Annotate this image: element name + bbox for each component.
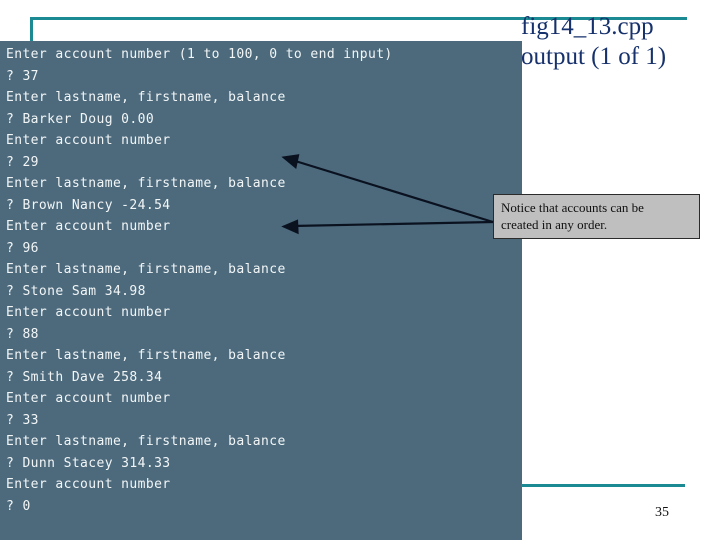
terminal-line: ? Dunn Stacey 314.33 [6,455,171,471]
terminal-line: Enter lastname, firstname, balance [6,90,286,105]
slide-title: fig14_13.cpp output (1 of 1) [521,12,720,72]
terminal-line: Enter account number [6,219,171,234]
terminal-line: ? 0 [6,498,31,514]
slide-canvas: fig14_13.cpp output (1 of 1) Enter accou… [0,0,720,540]
terminal-line: Enter lastname, firstname, balance [6,262,286,277]
terminal-line: ? 29 [6,154,39,170]
callout-note: Notice that accounts can be created in a… [493,194,700,239]
terminal-line: Enter account number [6,305,171,320]
page-number: 35 [655,505,669,520]
callout-note-line-1: Notice that accounts can be [501,200,644,215]
terminal-line: Enter lastname, firstname, balance [6,434,286,449]
terminal-line: ? 33 [6,412,39,428]
callout-note-line-2: created in any order. [501,217,608,232]
terminal-line: Enter account number [6,391,171,406]
top-accent-rule-riser [30,17,33,42]
slide-title-line-1: fig14_13.cpp [521,13,654,40]
terminal-line: ? Brown Nancy -24.54 [6,197,171,213]
terminal-line: Enter account number [6,133,171,148]
slide-title-line-2: output (1 of 1) [521,43,667,70]
terminal-line: ? 88 [6,326,39,342]
bottom-accent-rule [521,484,685,487]
terminal-line: Enter lastname, firstname, balance [6,176,286,191]
terminal-line: ? Smith Dave 258.34 [6,369,163,385]
terminal-line: Enter account number (1 to 100, 0 to end… [6,47,393,62]
terminal-output-panel: Enter account number (1 to 100, 0 to end… [0,41,522,540]
terminal-line: ? Stone Sam 34.98 [6,283,146,299]
terminal-line: ? Barker Doug 0.00 [6,111,155,127]
terminal-line: Enter lastname, firstname, balance [6,348,286,363]
terminal-line: ? 96 [6,240,39,256]
terminal-line: ? 37 [6,68,39,84]
terminal-line: Enter account number [6,477,171,492]
